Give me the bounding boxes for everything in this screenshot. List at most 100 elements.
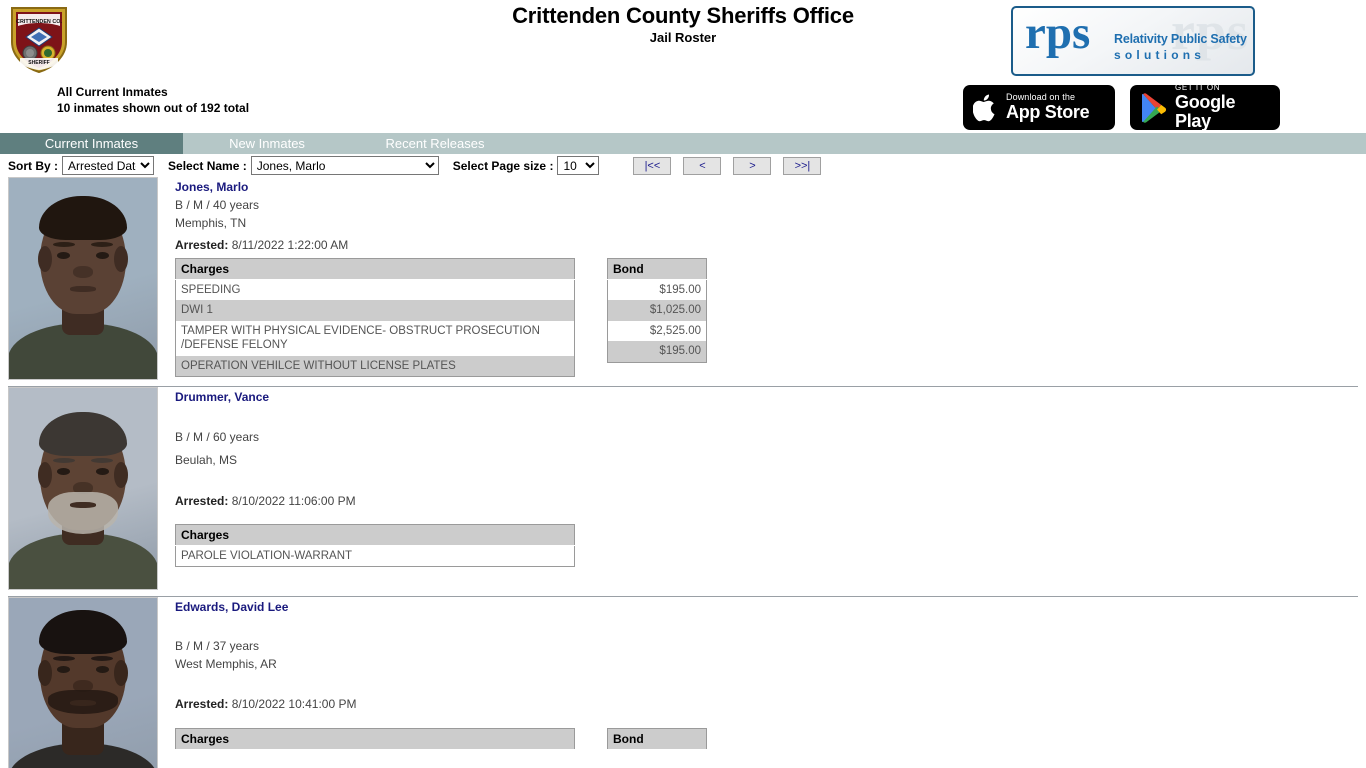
arrested-label: Arrested: <box>175 494 229 508</box>
google-play-text: GET IT ON Google Play <box>1175 84 1270 131</box>
mugshot-drummer-vance[interactable] <box>8 387 158 590</box>
inmate-record-body: Edwards, David Lee B / M / 37 years West… <box>8 597 1358 768</box>
mug-brow-right <box>91 242 113 247</box>
inmate-demographics: B / M / 40 years <box>175 198 260 212</box>
bond-header: Bond <box>607 728 707 750</box>
charges-header: Charges <box>175 258 575 280</box>
inmate-name-link[interactable]: Edwards, David Lee <box>175 600 288 614</box>
arrested-info: Arrested: 8/10/2022 10:41:00 PM <box>175 697 1358 711</box>
mug-ear-right <box>114 246 128 272</box>
sheriff-badge-icon: CRITTENDEN CO. SHERIFF <box>11 7 67 74</box>
bond-amount: $2,525.00 <box>607 320 707 342</box>
mug-beard <box>48 492 118 534</box>
inmate-details: Jones, Marlo B / M / 40 years Memphis, T… <box>158 177 1358 377</box>
rps-tagline-line2: solutions <box>1114 48 1206 62</box>
inmate-list: Jones, Marlo B / M / 40 years Memphis, T… <box>0 177 1366 768</box>
charges-table: Charges PAROLE VIOLATION-WARRANT <box>175 524 575 568</box>
charge-description: DWI 1 <box>175 300 575 321</box>
rps-tagline-line1: Relativity Public Safety <box>1114 32 1247 46</box>
inmate-record-body: Jones, Marlo B / M / 40 years Memphis, T… <box>8 177 1358 380</box>
bond-row: $1,025.00 <box>607 300 707 321</box>
next-page-button[interactable]: > <box>733 156 772 175</box>
inmate-name-link[interactable]: Jones, Marlo <box>175 180 248 194</box>
mug-ear-left <box>38 462 52 488</box>
mug-mouth <box>70 286 96 292</box>
bond-row: $2,525.00 <box>607 320 707 342</box>
pagination: |<< < > >>| <box>633 156 822 175</box>
roster-summary-line2: 10 inmates shown out of 192 total <box>57 101 250 116</box>
bond-header: Bond <box>607 258 707 280</box>
filter-controls: Sort By : Arrested DateName Select Name … <box>0 154 1366 177</box>
inmate-city-state: West Memphis, AR <box>175 657 277 671</box>
app-store-text: Download on the App Store <box>1006 92 1090 121</box>
inmate-name-link[interactable]: Drummer, Vance <box>175 390 269 404</box>
mug-eye-left <box>57 666 70 673</box>
charge-row: PAROLE VIOLATION-WARRANT <box>175 545 575 567</box>
mugshot-jones-marlo[interactable] <box>8 177 158 380</box>
page-size-select[interactable]: 102550 <box>557 156 600 175</box>
arrested-info: Arrested: 8/11/2022 1:22:00 AM <box>175 238 1358 252</box>
roster-summary-line1: All Current Inmates <box>57 85 168 99</box>
mug-eye-right <box>96 252 109 259</box>
bond-row: $195.00 <box>607 341 707 362</box>
inmate-city-state: Memphis, TN <box>175 216 247 230</box>
bond-amount: $195.00 <box>607 341 707 362</box>
roster-summary: All Current Inmates 10 inmates shown out… <box>57 84 249 116</box>
tab-recent-releases[interactable]: Recent Releases <box>351 133 519 154</box>
charge-row: DWI 1 <box>175 300 575 321</box>
mug-eye-left <box>57 468 70 475</box>
google-play-badge[interactable]: GET IT ON Google Play <box>1130 84 1280 131</box>
svg-text:SHERIFF: SHERIFF <box>28 60 49 66</box>
arrested-value: 8/10/2022 11:06:00 PM <box>231 494 356 508</box>
inmate-city-state: Beulah, MS <box>175 453 238 467</box>
sort-by-select[interactable]: Arrested DateName <box>62 156 155 175</box>
inmate-demographics: B / M / 37 years <box>175 639 260 653</box>
charges-table: Charges <box>175 728 575 750</box>
select-name-dropdown[interactable]: Jones, MarloDrummer, VanceEdwards, David… <box>250 156 439 175</box>
tab-new-inmates[interactable]: New Inmates <box>183 133 351 154</box>
charge-row: SPEEDING <box>175 279 575 301</box>
charge-description: TAMPER WITH PHYSICAL EVIDENCE- OBSTRUCT … <box>175 320 575 356</box>
mug-mouth <box>70 700 96 706</box>
svg-text:CRITTENDEN CO.: CRITTENDEN CO. <box>16 19 62 25</box>
charge-description: SPEEDING <box>175 279 575 301</box>
mug-eye-left <box>57 252 70 259</box>
apple-icon <box>973 94 995 121</box>
mug-ear-right <box>114 462 128 488</box>
tab-current-inmates-label: Current Inmates <box>44 136 139 151</box>
tab-new-inmates-label: New Inmates <box>229 136 305 151</box>
mug-eye-right <box>96 666 109 673</box>
prev-page-button[interactable]: < <box>683 156 722 175</box>
first-page-button[interactable]: |<< <box>633 156 672 175</box>
inmate-details: Edwards, David Lee B / M / 37 years West… <box>158 597 1358 750</box>
bond-amount: $195.00 <box>607 279 707 301</box>
mug-eye-right <box>96 468 109 475</box>
mug-brow-right <box>91 656 113 661</box>
charge-description: OPERATION VEHILCE WITHOUT LICENSE PLATES <box>175 355 575 377</box>
charges-table: Charges SPEEDING DWI 1 TAMPER WITH PHYSI… <box>175 258 575 377</box>
mug-mouth <box>70 502 96 508</box>
rps-logo[interactable]: rps rps Relativity Public Safety solutio… <box>1011 6 1255 76</box>
charge-row: TAMPER WITH PHYSICAL EVIDENCE- OBSTRUCT … <box>175 320 575 356</box>
last-page-button[interactable]: >>| <box>783 156 822 175</box>
mug-brow-left <box>53 656 75 661</box>
tab-current-inmates[interactable]: Current Inmates <box>0 133 183 154</box>
mug-brow-left <box>53 242 75 247</box>
mugshot-edwards-david-lee[interactable] <box>8 597 158 768</box>
inmate-record-body: Drummer, Vance B / M / 60 years Beulah, … <box>8 387 1358 590</box>
charges-header: Charges <box>175 524 575 546</box>
mug-brow-right <box>91 458 113 463</box>
google-play-big-text: Google Play <box>1175 91 1236 131</box>
charge-description: PAROLE VIOLATION-WARRANT <box>175 545 575 567</box>
arrested-label: Arrested: <box>175 238 229 252</box>
bond-table: Bond <box>607 728 707 750</box>
page-header: CRITTENDEN CO. SHERIFF Crittenden County… <box>0 0 1366 133</box>
page-size-label: Select Page size : <box>452 158 554 173</box>
tab-bar: Current Inmates New Inmates Recent Relea… <box>0 133 1366 154</box>
google-play-icon <box>1142 92 1167 123</box>
app-store-badge[interactable]: Download on the App Store <box>963 85 1115 130</box>
bond-amount: $1,025.00 <box>607 300 707 321</box>
inmate-record: Jones, Marlo B / M / 40 years Memphis, T… <box>0 177 1366 387</box>
inmate-details: Drummer, Vance B / M / 60 years Beulah, … <box>158 387 1358 568</box>
arrested-value: 8/10/2022 10:41:00 PM <box>231 697 357 711</box>
